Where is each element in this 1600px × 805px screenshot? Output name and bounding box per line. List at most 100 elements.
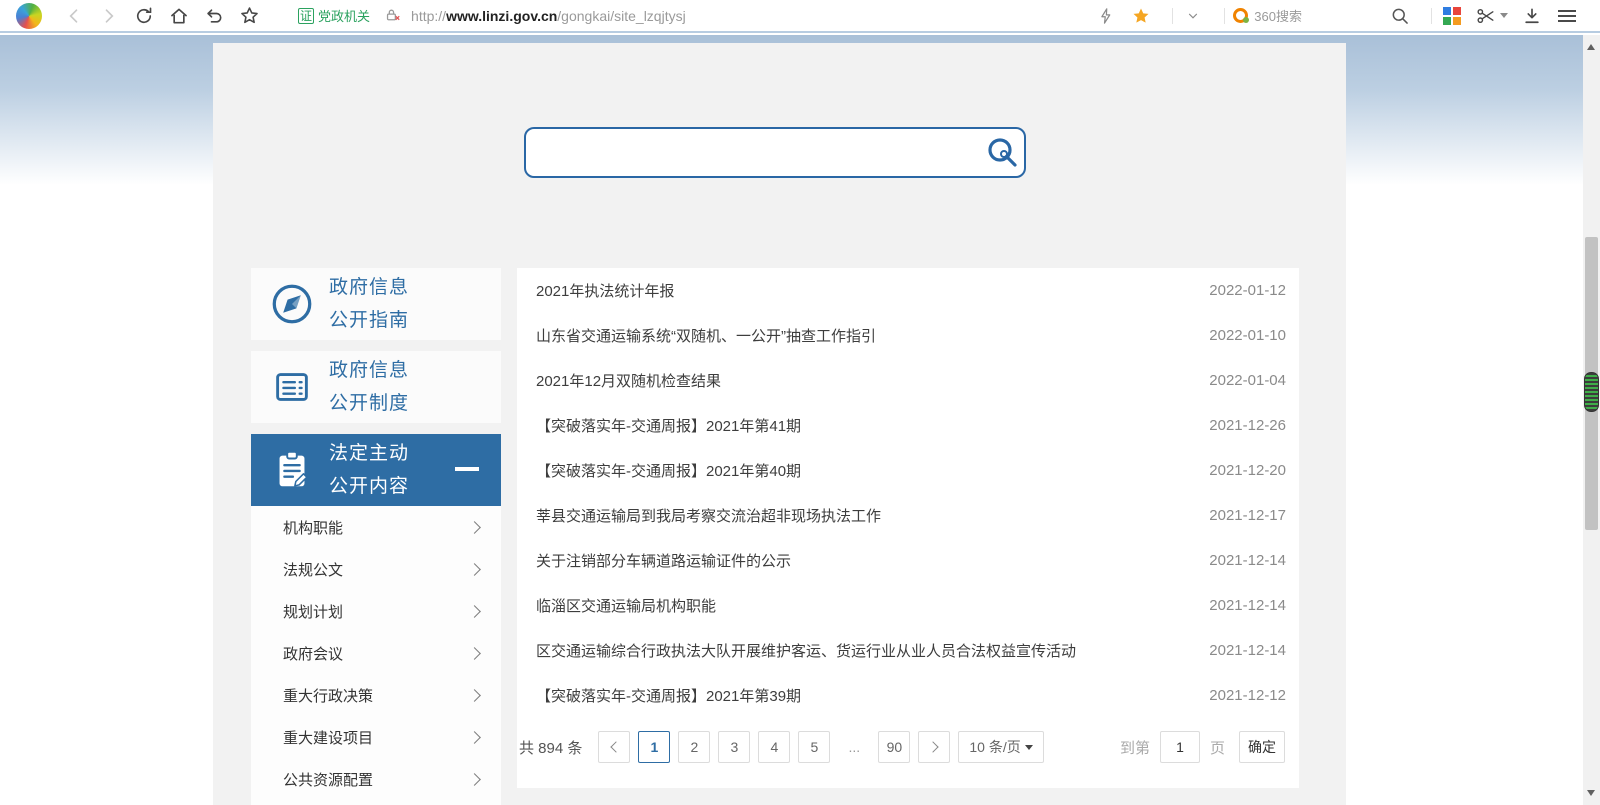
article-date: 2022-01-10 — [1209, 327, 1286, 344]
page-button-5[interactable]: 5 — [798, 731, 831, 763]
bookmark-star-icon[interactable] — [237, 4, 261, 28]
page-size-select[interactable]: 10 条/页 — [958, 731, 1045, 763]
list-item[interactable]: 2021年执法统计年报 2022-01-12 — [517, 268, 1299, 313]
chevron-right-icon — [468, 730, 481, 744]
prev-page-button[interactable] — [598, 731, 631, 763]
download-icon[interactable] — [1520, 4, 1544, 28]
sidebar-group-label: 政府信息 公开指南 — [329, 277, 410, 331]
sidebar-item-major-decisions[interactable]: 重大行政决策 — [251, 674, 501, 716]
scrollbar-grip-icon[interactable] — [1584, 372, 1599, 412]
apps-grid-icon[interactable] — [1440, 4, 1464, 28]
article-date: 2021-12-26 — [1209, 417, 1286, 434]
next-page-button[interactable] — [918, 731, 951, 763]
article-date: 2021-12-17 — [1209, 507, 1286, 524]
chevron-right-icon — [468, 688, 481, 702]
sidebar-item-plans[interactable]: 规划计划 — [251, 590, 501, 632]
goto-page-input[interactable] — [1159, 731, 1200, 763]
active-dash-icon — [455, 467, 479, 471]
site-search-button[interactable] — [980, 131, 1024, 175]
magnifier-icon — [988, 137, 1017, 167]
scroll-down-icon[interactable] — [1587, 790, 1595, 796]
article-date: 2021-12-14 — [1209, 642, 1286, 659]
url-scheme: http:// — [411, 7, 447, 24]
home-icon[interactable] — [167, 4, 191, 28]
article-title[interactable]: 【突破落实年-交通周报】2021年第41期 — [536, 415, 801, 436]
toolbar-divider — [1172, 7, 1174, 24]
chevron-down-icon[interactable] — [1181, 4, 1205, 28]
article-title[interactable]: 山东省交通运输系统“双随机、一公开”抽查工作指引 — [536, 325, 876, 346]
menu-hamburger-icon[interactable] — [1555, 4, 1579, 28]
sidebar-item-statutory-disclosure[interactable]: 法定主动 公开内容 — [251, 434, 501, 506]
pagination: 共 894 条 1 2 3 4 5 ... 90 10 条/页 到第 页 确定 — [517, 731, 1299, 763]
vertical-scrollbar[interactable] — [1583, 35, 1600, 805]
forward-icon[interactable] — [97, 4, 121, 28]
sidebar-item-major-projects[interactable]: 重大建设项目 — [251, 716, 501, 758]
search-engine-box[interactable]: 360搜索 — [1233, 6, 1302, 25]
page-button-1[interactable]: 1 — [638, 731, 671, 763]
undo-icon[interactable] — [202, 4, 226, 28]
compass-icon — [272, 284, 312, 324]
article-title[interactable]: 临淄区交通运输局机构职能 — [536, 595, 716, 616]
page-button-2[interactable]: 2 — [678, 731, 711, 763]
article-title[interactable]: 【突破落实年-交通周报】2021年第40期 — [536, 460, 801, 481]
sidebar-item-gov-info-system[interactable]: 政府信息 公开制度 — [251, 351, 501, 423]
list-item[interactable]: 【突破落实年-交通周报】2021年第41期 2021-12-26 — [517, 403, 1299, 448]
insecure-lock-icon[interactable] — [380, 4, 404, 28]
scroll-up-icon[interactable] — [1587, 44, 1595, 50]
chevron-right-icon — [468, 562, 481, 576]
chevron-right-icon — [927, 741, 939, 753]
list-item[interactable]: 山东省交通运输系统“双随机、一公开”抽查工作指引 2022-01-10 — [517, 313, 1299, 358]
goto-page-group: 到第 页 确定 — [1120, 731, 1285, 763]
cert-icon: 证 — [298, 7, 315, 24]
scissors-caret-icon — [1500, 13, 1508, 18]
total-count-label: 共 894 条 — [519, 739, 583, 757]
document-lines-icon — [276, 373, 308, 401]
article-title[interactable]: 【突破落实年-交通周报】2021年第39期 — [536, 685, 801, 706]
article-list-panel: 2021年执法统计年报 2022-01-12 山东省交通运输系统“双随机、一公开”… — [517, 268, 1299, 788]
article-title[interactable]: 区交通运输综合行政执法大队开展维护客运、货运行业从业人员合法权益宣传活动 — [536, 640, 1076, 661]
article-date: 2022-01-04 — [1209, 372, 1286, 389]
address-url[interactable]: http://www.linzi.gov.cn/gongkai/site_lzq… — [411, 8, 686, 24]
list-item[interactable]: 2021年12月双随机检查结果 2022-01-04 — [517, 358, 1299, 403]
back-icon[interactable] — [62, 4, 86, 28]
goto-confirm-button[interactable]: 确定 — [1239, 731, 1285, 763]
list-item[interactable]: 区交通运输综合行政执法大队开展维护客运、货运行业从业人员合法权益宣传活动 2021… — [517, 628, 1299, 673]
article-title[interactable]: 2021年执法统计年报 — [536, 280, 674, 301]
article-date: 2022-01-12 — [1209, 282, 1286, 299]
list-item[interactable]: 关于注销部分车辆道路运输证件的公示 2021-12-14 — [517, 538, 1299, 583]
sidebar-item-gov-info-guide[interactable]: 政府信息 公开指南 — [251, 268, 501, 340]
browser-toolbar: 证 党政机关 http://www.linzi.gov.cn/gongkai/s… — [0, 0, 1600, 33]
article-title[interactable]: 2021年12月双随机检查结果 — [536, 370, 721, 391]
list-item[interactable]: 【突破落实年-交通周报】2021年第39期 2021-12-12 — [517, 673, 1299, 718]
browser-logo-icon[interactable] — [16, 2, 42, 29]
chevron-left-icon — [610, 741, 622, 753]
goto-suffix-label: 页 — [1209, 739, 1225, 757]
web-page: 政府信息 公开指南 政府信息 公开制度 法定主动 公开内容 机构职能 法规公文 … — [0, 35, 1600, 805]
cert-label: 党政机关 — [318, 9, 371, 24]
article-title[interactable]: 莘县交通运输局到我局考察交流治超非现场执法工作 — [536, 505, 881, 526]
refresh-icon[interactable] — [132, 4, 156, 28]
list-item[interactable]: 临淄区交通运输局机构职能 2021-12-14 — [517, 583, 1299, 628]
sidebar-item-regulations[interactable]: 法规公文 — [251, 548, 501, 590]
list-item[interactable]: 莘县交通运输局到我局考察交流治超非现场执法工作 2021-12-17 — [517, 493, 1299, 538]
screenshot-scissors-icon[interactable] — [1475, 4, 1509, 28]
page-button-4[interactable]: 4 — [758, 731, 791, 763]
site-search-input[interactable] — [540, 132, 980, 173]
chevron-right-icon — [468, 520, 481, 534]
360-search-logo-icon — [1233, 8, 1250, 23]
page-button-3[interactable]: 3 — [718, 731, 751, 763]
list-item[interactable]: 【突破落实年-交通周报】2021年第40期 2021-12-20 — [517, 448, 1299, 493]
favorite-star-icon[interactable] — [1129, 4, 1153, 28]
article-date: 2021-12-14 — [1209, 552, 1286, 569]
sidebar-item-gov-meetings[interactable]: 政府会议 — [251, 632, 501, 674]
page-ellipsis: ... — [838, 731, 871, 763]
sidebar-item-public-resources[interactable]: 公共资源配置 — [251, 758, 501, 800]
flash-icon[interactable] — [1094, 4, 1118, 28]
page-button-90[interactable]: 90 — [878, 731, 911, 763]
find-icon[interactable] — [1388, 4, 1412, 28]
toolbar-divider — [1224, 7, 1226, 24]
site-cert-badge[interactable]: 证 党政机关 — [298, 6, 370, 25]
sidebar-item-agency-functions[interactable]: 机构职能 — [251, 506, 501, 548]
article-date: 2021-12-12 — [1209, 687, 1286, 704]
article-title[interactable]: 关于注销部分车辆道路运输证件的公示 — [536, 550, 791, 571]
